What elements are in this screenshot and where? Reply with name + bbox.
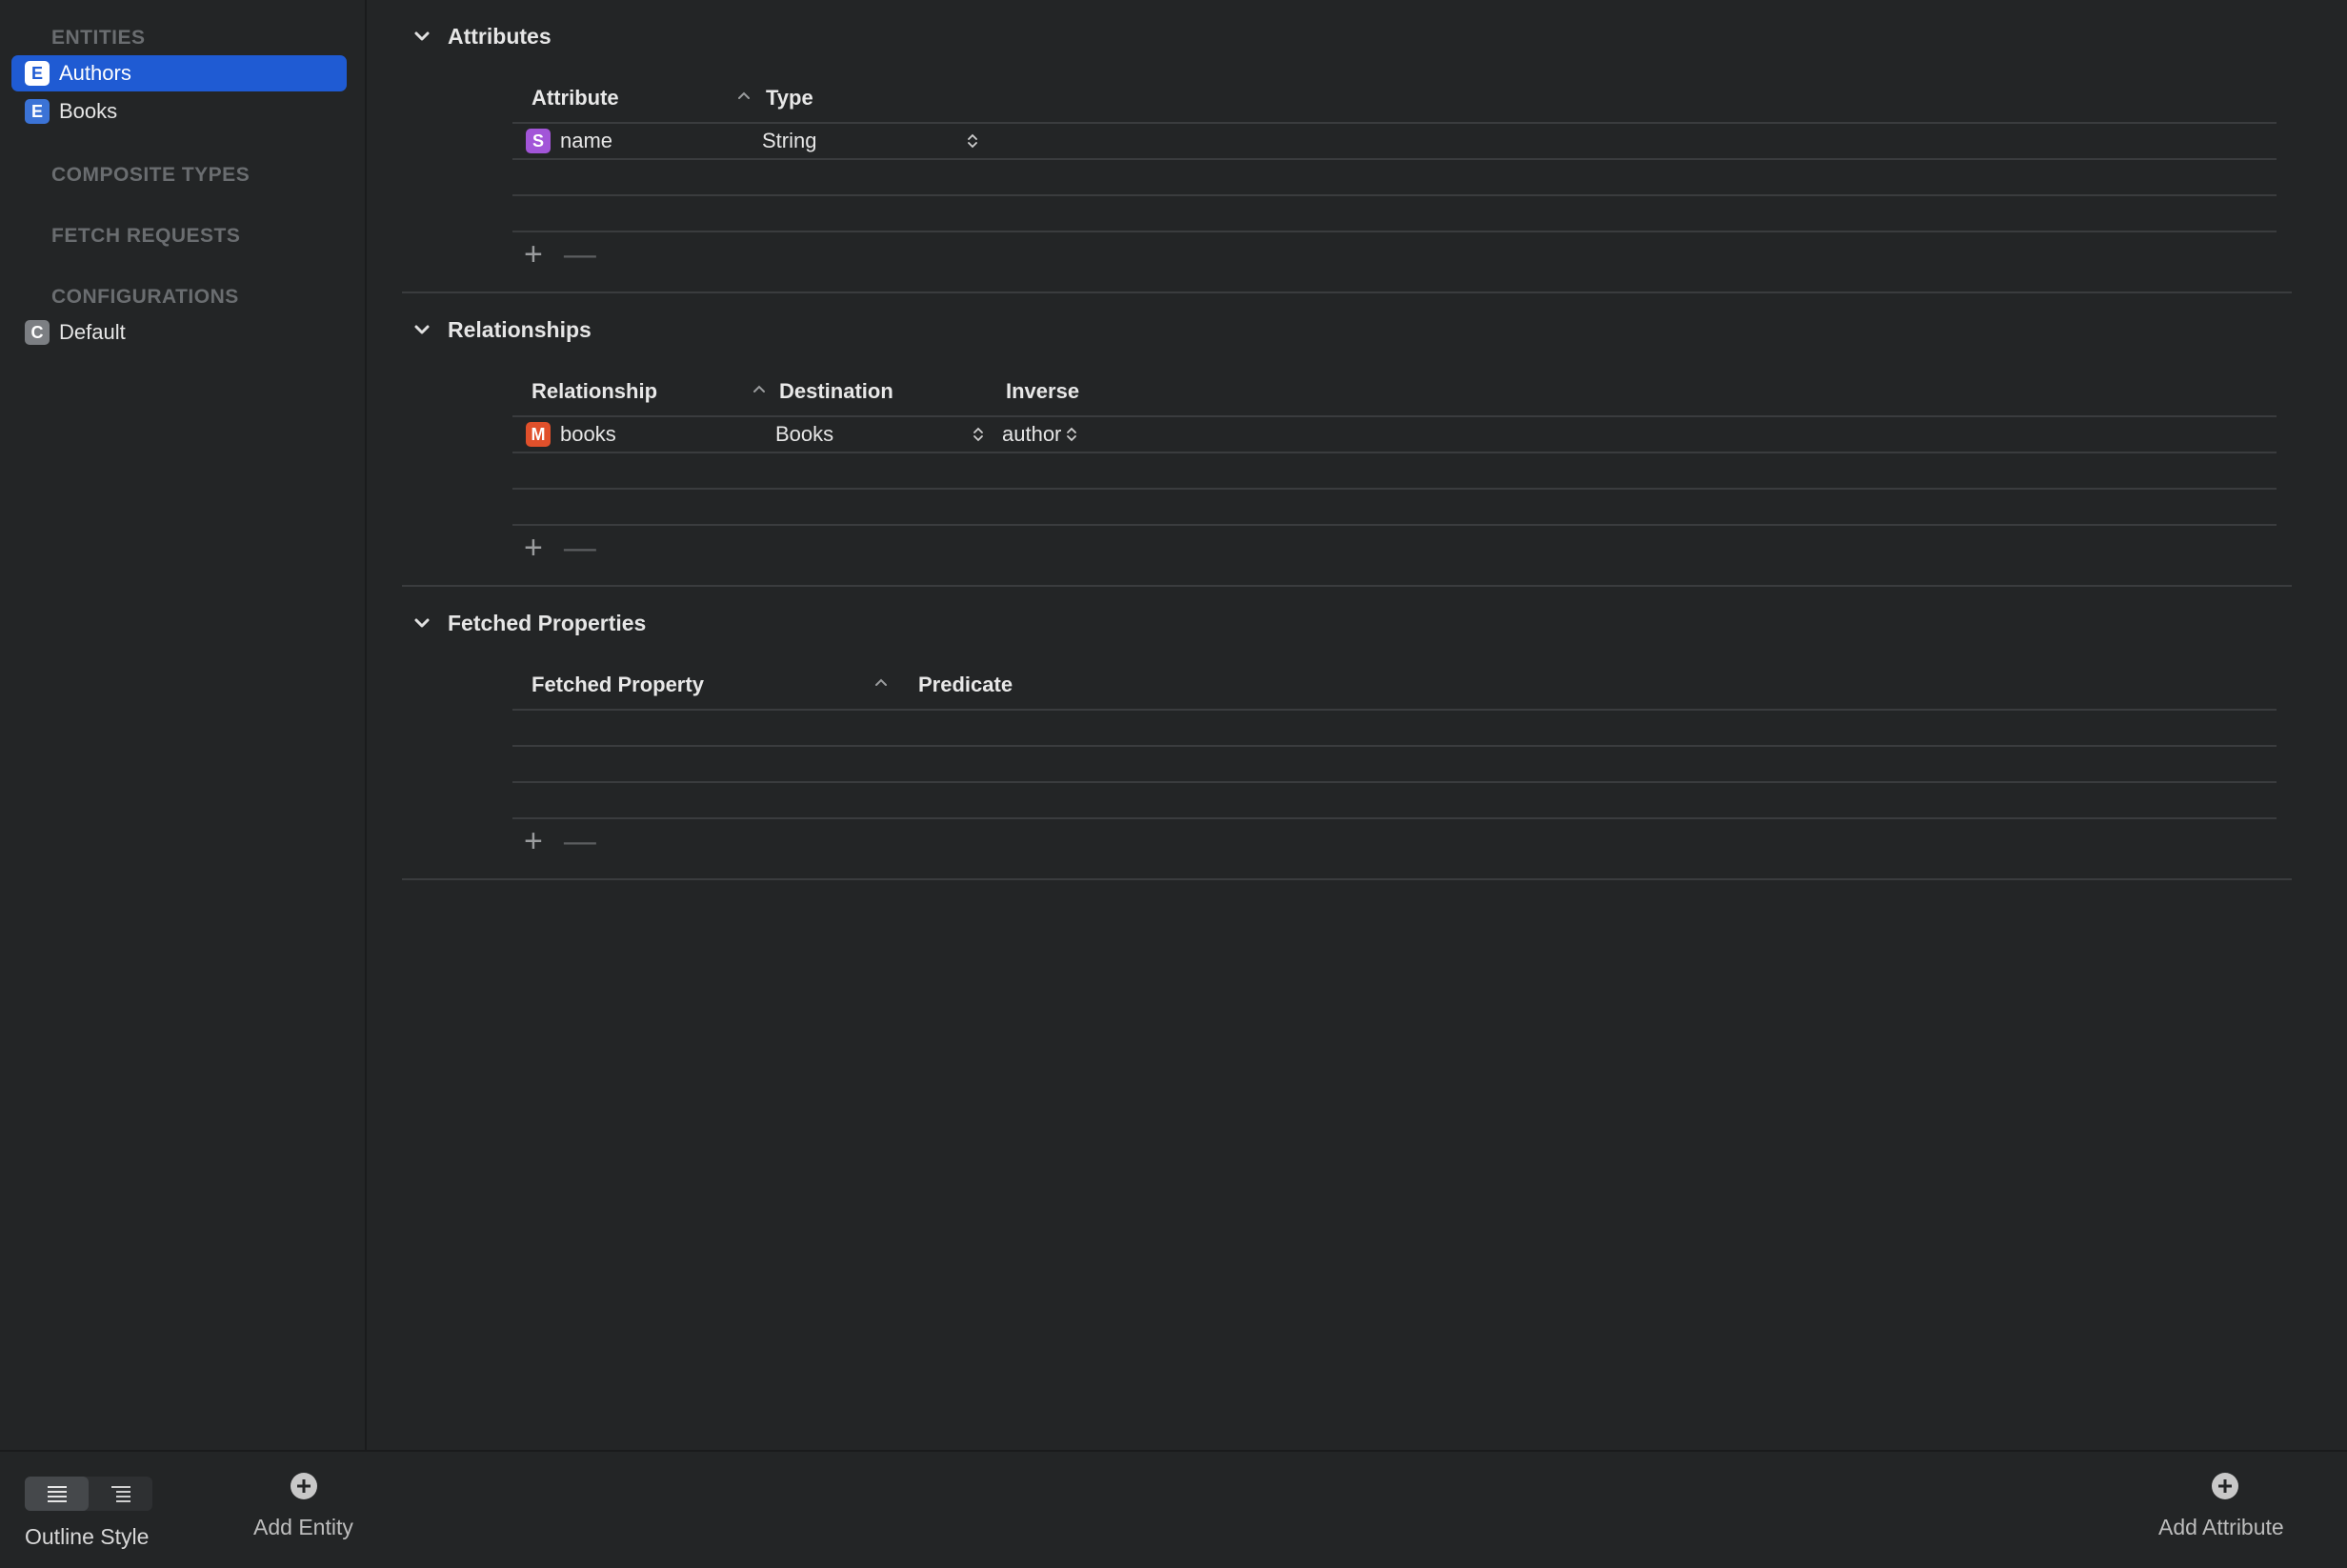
stepper-icon xyxy=(1067,427,1077,442)
sidebar-item-label: Books xyxy=(59,99,118,123)
table-row-empty xyxy=(512,781,2277,817)
add-entity-icon[interactable] xyxy=(289,1471,319,1501)
configuration-icon: C xyxy=(25,320,50,345)
outline-style-label: Outline Style xyxy=(25,1524,150,1549)
sidebar: ENTITIES E Authors E Books COMPOSITE TYP… xyxy=(0,0,367,1450)
fetched-properties-disclosure[interactable]: Fetched Properties xyxy=(402,604,646,642)
table-row-empty xyxy=(512,452,2277,488)
attribute-name[interactable]: name xyxy=(560,129,612,153)
chevron-down-icon xyxy=(414,618,430,628)
entity-icon: E xyxy=(25,61,50,86)
column-header-relationship[interactable]: Relationship xyxy=(532,370,657,413)
add-attribute-plus-button[interactable]: + xyxy=(524,238,543,271)
bottom-toolbar: Outline Style Add Entity Add Attribute xyxy=(0,1450,2347,1568)
inverse-popup[interactable]: author xyxy=(1002,417,1078,452)
remove-relationship-minus-button[interactable]: — xyxy=(564,532,596,564)
relationships-section: Relationships Relationship Destination I… xyxy=(402,311,2292,587)
composite-types-header[interactable]: COMPOSITE TYPES xyxy=(51,164,250,187)
chevron-down-icon xyxy=(414,325,430,334)
relationships-table: Relationship Destination Inverse M books… xyxy=(512,370,2277,564)
chevron-down-icon xyxy=(414,31,430,41)
outline-style-segmented-control[interactable] xyxy=(25,1477,152,1511)
attributes-disclosure[interactable]: Attributes xyxy=(402,17,552,55)
sort-ascending-icon xyxy=(753,385,765,392)
add-fetched-property-plus-button[interactable]: + xyxy=(524,825,543,857)
outline-indent-icon xyxy=(110,1486,130,1502)
table-bottom-divider xyxy=(512,817,2277,819)
table-row-empty xyxy=(512,194,2277,231)
table-row[interactable]: M books Books author xyxy=(512,415,2277,452)
table-row-empty xyxy=(512,488,2277,524)
add-entity-button[interactable]: Add Entity xyxy=(253,1515,353,1540)
sidebar-item-authors[interactable]: E Authors xyxy=(11,55,347,91)
add-attribute-icon[interactable] xyxy=(2210,1471,2240,1501)
column-header-type[interactable]: Type xyxy=(766,76,813,120)
table-bottom-divider xyxy=(512,231,2277,232)
sidebar-item-books[interactable]: E Books xyxy=(11,93,347,130)
column-header-predicate[interactable]: Predicate xyxy=(918,663,1013,707)
entity-icon: E xyxy=(25,99,50,124)
table-style-button[interactable] xyxy=(25,1477,89,1511)
relationships-disclosure[interactable]: Relationships xyxy=(402,311,592,349)
column-header-destination[interactable]: Destination xyxy=(779,370,893,413)
fetched-properties-section: Fetched Properties Fetched Property Pred… xyxy=(402,604,2292,880)
entities-header: ENTITIES xyxy=(51,27,146,49)
stepper-icon xyxy=(973,427,983,442)
type-value: String xyxy=(762,129,817,152)
graph-style-button[interactable] xyxy=(89,1477,152,1511)
fetch-requests-header[interactable]: FETCH REQUESTS xyxy=(51,225,240,248)
type-popup[interactable]: String xyxy=(762,124,991,158)
sidebar-item-label: Default xyxy=(59,320,126,344)
string-attribute-icon: S xyxy=(526,129,551,153)
table-row[interactable]: S name String xyxy=(512,122,2277,158)
remove-attribute-minus-button[interactable]: — xyxy=(564,238,596,271)
stepper-icon xyxy=(968,133,977,149)
attributes-title: Attributes xyxy=(448,23,552,49)
table-row-empty xyxy=(512,745,2277,781)
sort-ascending-icon xyxy=(738,91,750,99)
column-header-attribute[interactable]: Attribute xyxy=(532,76,619,120)
attributes-section: Attributes Attribute Type S name String … xyxy=(402,17,2292,293)
sidebar-item-label: Authors xyxy=(59,61,131,85)
relationship-name[interactable]: books xyxy=(560,422,616,447)
destination-popup[interactable]: Books xyxy=(775,417,994,452)
table-row-empty xyxy=(512,158,2277,194)
fetched-properties-table: Fetched Property Predicate + — xyxy=(512,663,2277,857)
entity-editor: Attributes Attribute Type S name String … xyxy=(367,0,2347,1450)
column-header-fetched-property[interactable]: Fetched Property xyxy=(532,663,704,707)
fetched-properties-title: Fetched Properties xyxy=(448,610,647,635)
add-attribute-button[interactable]: Add Attribute xyxy=(2158,1515,2284,1540)
configurations-header: CONFIGURATIONS xyxy=(51,286,239,308)
table-row-empty xyxy=(512,709,2277,745)
to-many-relationship-icon: M xyxy=(526,422,551,447)
add-relationship-plus-button[interactable]: + xyxy=(524,532,543,564)
list-icon xyxy=(47,1486,67,1502)
table-bottom-divider xyxy=(512,524,2277,526)
column-header-inverse[interactable]: Inverse xyxy=(1006,370,1079,413)
relationships-title: Relationships xyxy=(448,316,592,342)
attributes-table: Attribute Type S name String + — xyxy=(512,76,2277,271)
inverse-value: author xyxy=(1002,422,1062,446)
sort-ascending-icon xyxy=(875,678,887,686)
remove-fetched-property-minus-button[interactable]: — xyxy=(564,825,596,857)
sidebar-item-default[interactable]: C Default xyxy=(11,314,347,351)
destination-value: Books xyxy=(775,422,834,446)
